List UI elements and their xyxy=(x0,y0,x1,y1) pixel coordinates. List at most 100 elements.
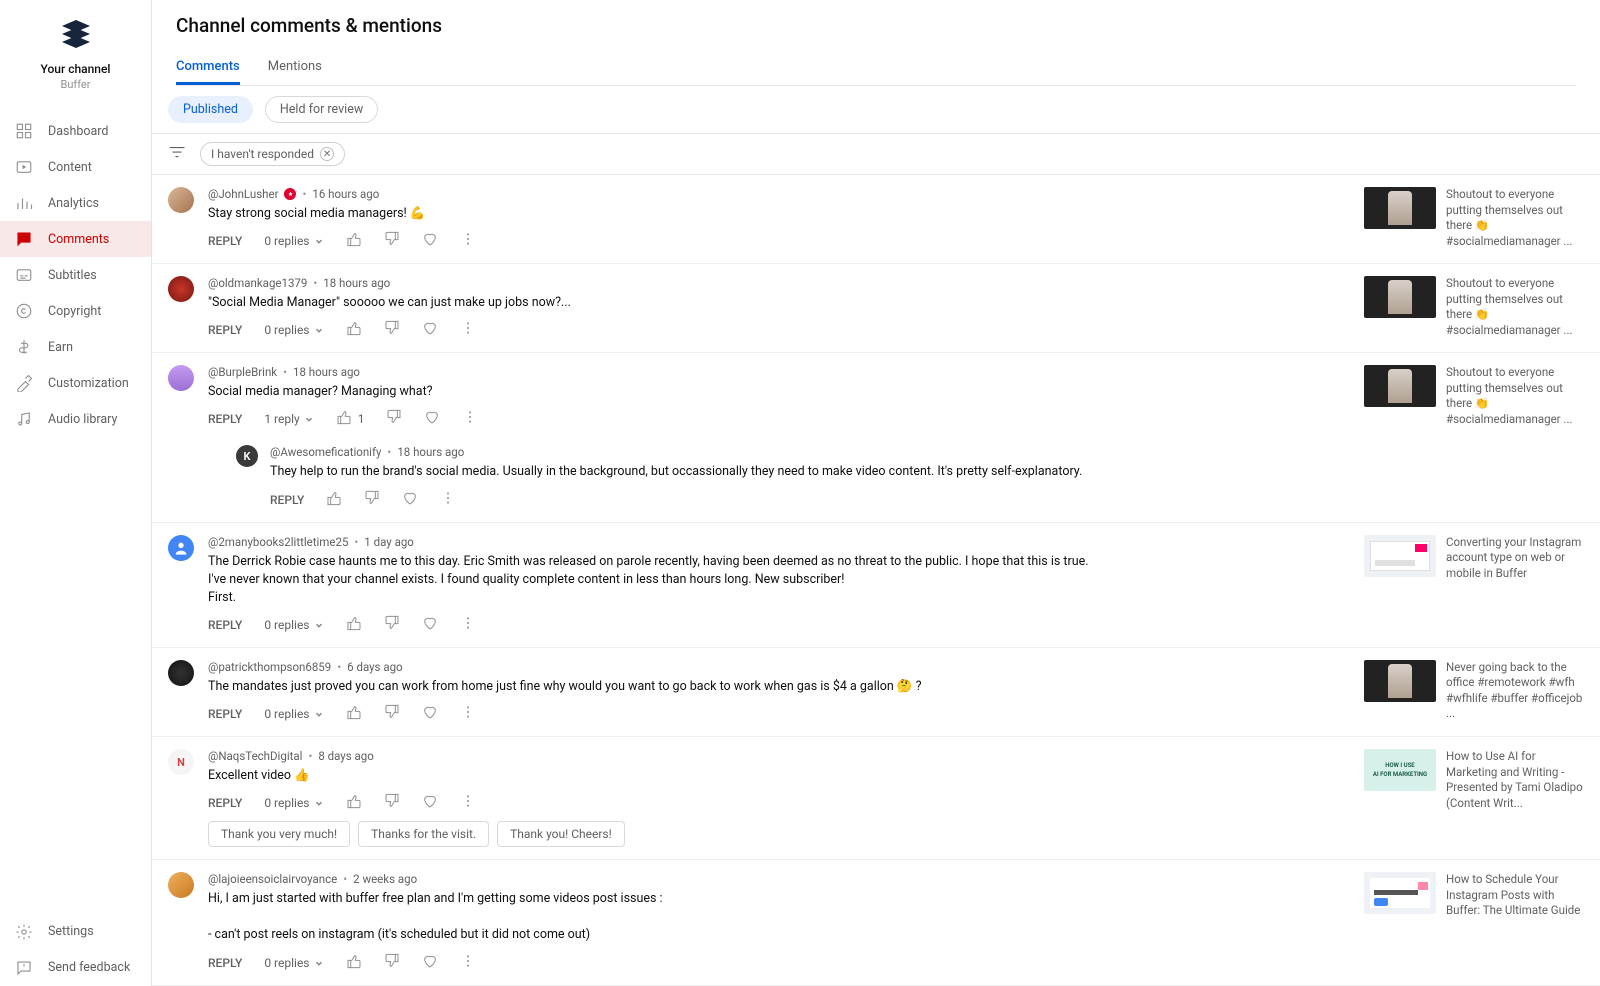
like-icon[interactable] xyxy=(346,320,362,340)
sidebar-item-subtitles[interactable]: Subtitles xyxy=(0,257,151,293)
video-reference[interactable]: How to Schedule Your Instagram Posts wit… xyxy=(1364,872,1584,972)
heart-icon[interactable] xyxy=(424,409,440,429)
heart-icon[interactable] xyxy=(422,320,438,340)
like-icon[interactable] xyxy=(336,409,352,429)
channel-logo[interactable]: Your channel Buffer xyxy=(0,18,151,91)
heart-icon[interactable] xyxy=(422,231,438,251)
dislike-icon[interactable] xyxy=(384,320,400,340)
like-icon[interactable] xyxy=(346,953,362,973)
reply-button[interactable]: REPLY xyxy=(208,234,242,248)
reply-button[interactable]: REPLY xyxy=(208,707,242,721)
more-icon[interactable] xyxy=(460,615,476,635)
reply-button[interactable]: REPLY xyxy=(270,493,304,507)
username[interactable]: @lajoieensoiclairvoyance xyxy=(208,872,337,886)
more-icon[interactable] xyxy=(462,409,478,429)
quick-reply-button[interactable]: Thank you very much! xyxy=(208,821,350,847)
video-reference[interactable]: Shoutout to everyone putting themselves … xyxy=(1364,365,1584,509)
nested-reply: K@Awesomeficationify•18 hours agoThey he… xyxy=(208,439,1350,509)
quick-reply-button[interactable]: Thanks for the visit. xyxy=(358,821,489,847)
like-icon[interactable] xyxy=(346,704,362,724)
video-reference[interactable]: Never going back to the office #remotewo… xyxy=(1364,660,1584,724)
sidebar-item-settings[interactable]: Settings xyxy=(0,914,151,950)
video-reference[interactable]: Shoutout to everyone putting themselves … xyxy=(1364,276,1584,340)
dislike-icon[interactable] xyxy=(384,615,400,635)
sidebar-item-audio[interactable]: Audio library xyxy=(0,401,151,437)
heart-icon[interactable] xyxy=(402,490,418,510)
video-reference[interactable]: Shoutout to everyone putting themselves … xyxy=(1364,187,1584,251)
replies-toggle[interactable]: 0 replies xyxy=(264,618,323,632)
reply-button[interactable]: REPLY xyxy=(208,412,242,426)
like-icon[interactable] xyxy=(326,490,342,510)
username[interactable]: @Awesomeficationify xyxy=(270,445,381,459)
dislike-icon[interactable] xyxy=(384,704,400,724)
avatar[interactable] xyxy=(168,660,194,686)
avatar[interactable] xyxy=(168,276,194,302)
sidebar-item-dashboard[interactable]: Dashboard xyxy=(0,113,151,149)
sidebar-item-label: Earn xyxy=(48,340,73,355)
dislike-icon[interactable] xyxy=(384,793,400,813)
username[interactable]: @patrickthompson6859 xyxy=(208,660,331,674)
subfilter-held[interactable]: Held for review xyxy=(265,96,378,123)
comment-row: @BurpleBrink•18 hours agoSocial media ma… xyxy=(152,353,1600,522)
heart-icon[interactable] xyxy=(422,793,438,813)
like-icon[interactable] xyxy=(346,793,362,813)
more-icon[interactable] xyxy=(460,793,476,813)
avatar[interactable]: K xyxy=(236,445,258,467)
sidebar-item-copyright[interactable]: Copyright xyxy=(0,293,151,329)
dislike-icon[interactable] xyxy=(384,231,400,251)
sidebar-item-earn[interactable]: Earn xyxy=(0,329,151,365)
sidebar-item-comments[interactable]: Comments xyxy=(0,221,151,257)
username[interactable]: @JohnLusher xyxy=(208,187,278,201)
avatar[interactable] xyxy=(168,187,194,213)
replies-toggle[interactable]: 1 reply xyxy=(264,412,313,426)
like-icon[interactable] xyxy=(346,231,362,251)
heart-icon[interactable] xyxy=(422,953,438,973)
heart-icon[interactable] xyxy=(422,615,438,635)
video-title: Shoutout to everyone putting themselves … xyxy=(1446,365,1584,427)
filter-icon[interactable] xyxy=(168,145,188,163)
comment-actions: REPLY 0 replies xyxy=(208,953,1350,973)
video-reference[interactable]: Converting your Instagram account type o… xyxy=(1364,535,1584,635)
tab-mentions[interactable]: Mentions xyxy=(268,51,322,85)
username[interactable]: @oldmankage1379 xyxy=(208,276,307,290)
reply-button[interactable]: REPLY xyxy=(208,323,242,337)
sidebar: Your channel Buffer Dashboard Content An… xyxy=(0,0,152,986)
more-icon[interactable] xyxy=(440,490,456,510)
replies-toggle[interactable]: 0 replies xyxy=(264,707,323,721)
more-icon[interactable] xyxy=(460,704,476,724)
sidebar-item-customization[interactable]: Customization xyxy=(0,365,151,401)
replies-toggle[interactable]: 0 replies xyxy=(264,323,323,337)
username[interactable]: @NaqsTechDigital xyxy=(208,749,302,763)
reply-button[interactable]: REPLY xyxy=(208,956,242,970)
reply-button[interactable]: REPLY xyxy=(208,618,242,632)
username[interactable]: @BurpleBrink xyxy=(208,365,277,379)
avatar[interactable] xyxy=(168,535,194,561)
sidebar-item-feedback[interactable]: Send feedback xyxy=(0,950,151,986)
dislike-icon[interactable] xyxy=(364,490,380,510)
replies-toggle[interactable]: 0 replies xyxy=(264,956,323,970)
avatar[interactable] xyxy=(168,872,194,898)
tab-comments[interactable]: Comments xyxy=(176,51,240,85)
dislike-icon[interactable] xyxy=(384,953,400,973)
sidebar-item-content[interactable]: Content xyxy=(0,149,151,185)
subfilters: Published Held for review xyxy=(152,86,1600,134)
like-icon[interactable] xyxy=(346,615,362,635)
comment-row: @JohnLusher•16 hours agoStay strong soci… xyxy=(152,175,1600,264)
chip-close-icon[interactable]: ✕ xyxy=(320,147,334,161)
subfilter-published[interactable]: Published xyxy=(168,96,253,123)
heart-icon[interactable] xyxy=(422,704,438,724)
more-icon[interactable] xyxy=(460,231,476,251)
dislike-icon[interactable] xyxy=(386,409,402,429)
more-icon[interactable] xyxy=(460,953,476,973)
filter-chip[interactable]: I haven't responded ✕ xyxy=(200,142,345,166)
reply-button[interactable]: REPLY xyxy=(208,796,242,810)
quick-reply-button[interactable]: Thank you! Cheers! xyxy=(497,821,625,847)
replies-toggle[interactable]: 0 replies xyxy=(264,796,323,810)
sidebar-item-analytics[interactable]: Analytics xyxy=(0,185,151,221)
replies-toggle[interactable]: 0 replies xyxy=(264,234,323,248)
avatar[interactable] xyxy=(168,365,194,391)
username[interactable]: @2manybooks2littletime25 xyxy=(208,535,348,549)
avatar[interactable]: N xyxy=(168,749,194,775)
video-reference[interactable]: HOW I USEAI FOR MARKETINGHow to Use AI f… xyxy=(1364,749,1584,847)
more-icon[interactable] xyxy=(460,320,476,340)
